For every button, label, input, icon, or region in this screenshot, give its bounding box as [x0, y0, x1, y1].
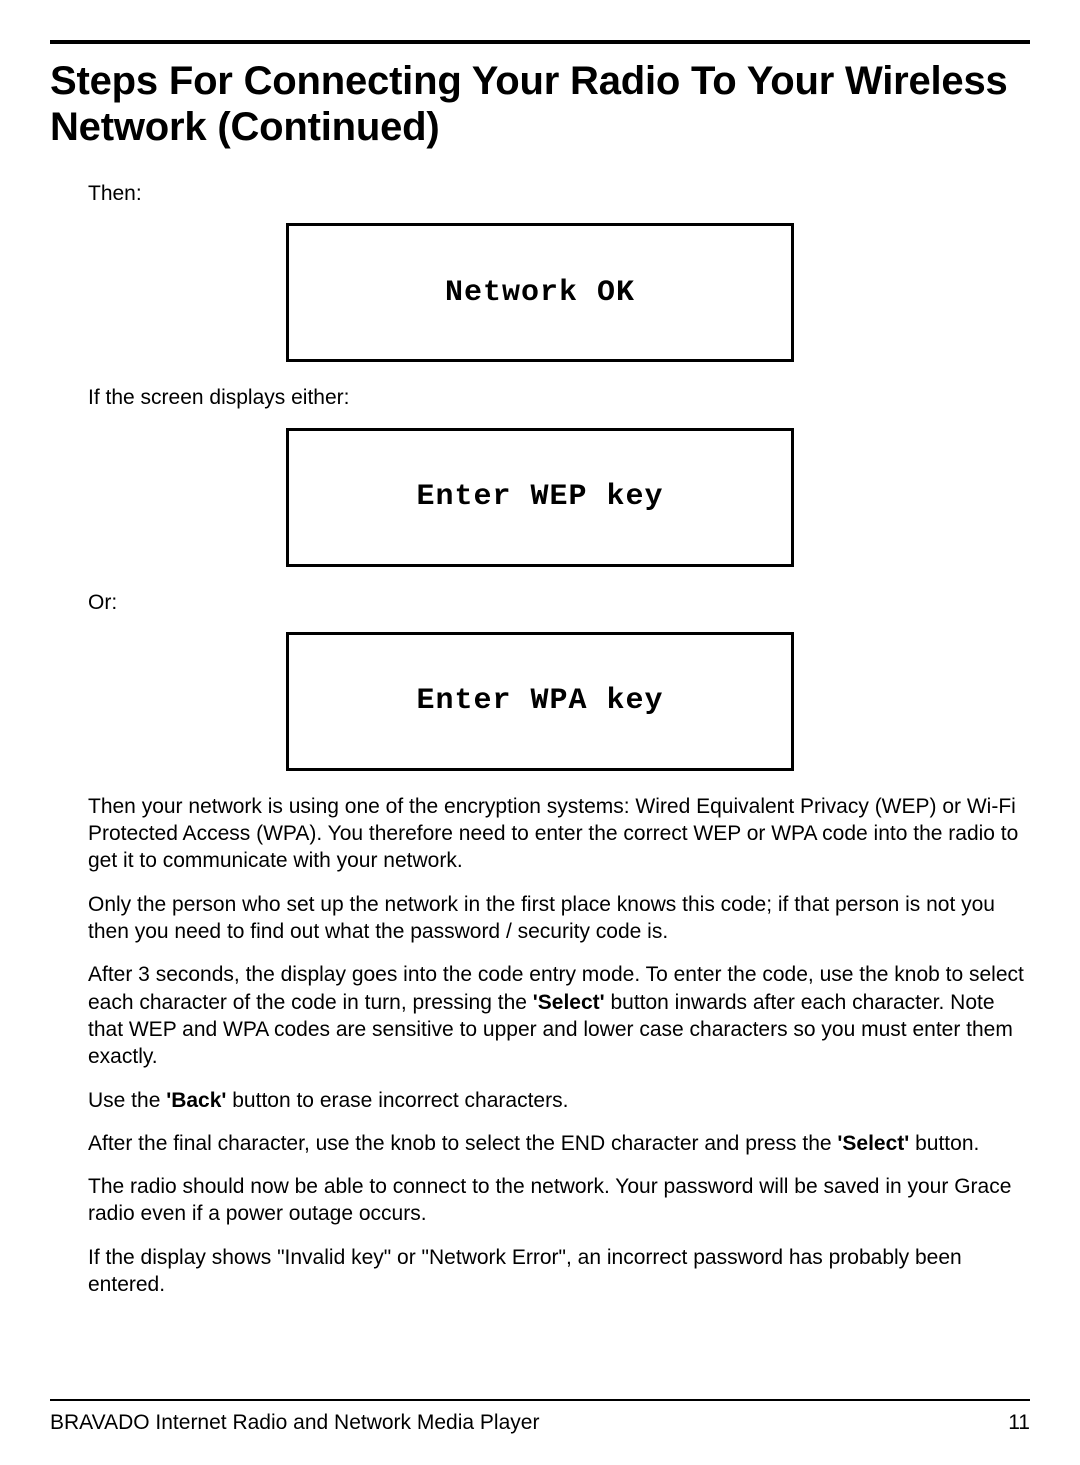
top-rule [50, 40, 1030, 44]
page-heading: Steps For Connecting Your Radio To Your … [50, 58, 1030, 150]
p-useback-b: button to erase incorrect characters. [226, 1089, 568, 1112]
p-only-person: Only the person who set up the network i… [88, 891, 1030, 946]
bold-select: 'Select' [533, 991, 605, 1014]
bold-select2: 'Select' [837, 1132, 909, 1155]
screen-network-ok: Network OK [286, 223, 794, 362]
p-then: Then: [88, 180, 1030, 207]
p-final-b: button. [909, 1132, 979, 1155]
bottom-rule [50, 1399, 1030, 1401]
p-final-a: After the final character, use the knob … [88, 1132, 837, 1155]
screen-enter-wpa: Enter WPA key [286, 632, 794, 771]
p-use-back: Use the 'Back' button to erase incorrect… [88, 1087, 1030, 1114]
screen-text: Enter WPA key [416, 684, 663, 718]
p-encryption: Then your network is using one of the en… [88, 793, 1030, 875]
p-or: Or: [88, 589, 1030, 616]
screen-text: Network OK [445, 276, 635, 310]
page-number: 11 [1008, 1411, 1030, 1435]
content-body: Then: Network OK If the screen displays … [50, 180, 1030, 1399]
p-final-char: After the final character, use the knob … [88, 1130, 1030, 1157]
page-footer: BRAVADO Internet Radio and Network Media… [50, 1399, 1030, 1435]
p-after-3sec: After 3 seconds, the display goes into t… [88, 961, 1030, 1070]
screen-enter-wep: Enter WEP key [286, 428, 794, 567]
p-useback-a: Use the [88, 1089, 166, 1112]
p-invalid: If the display shows "Invalid key" or "N… [88, 1244, 1030, 1299]
screen-text: Enter WEP key [416, 480, 663, 514]
footer-title: BRAVADO Internet Radio and Network Media… [50, 1411, 539, 1435]
p-saved: The radio should now be able to connect … [88, 1173, 1030, 1228]
p-if-displays: If the screen displays either: [88, 384, 1030, 411]
bold-back: 'Back' [166, 1089, 226, 1112]
